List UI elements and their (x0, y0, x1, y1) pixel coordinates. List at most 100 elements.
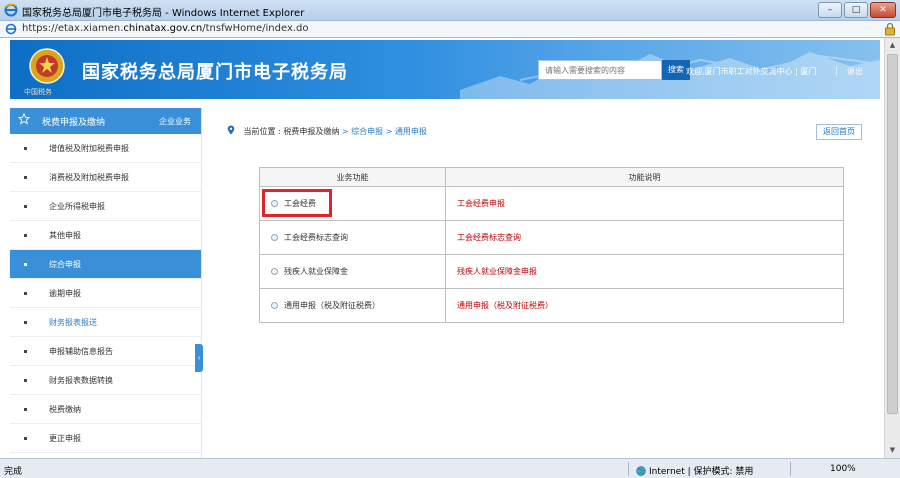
welcome-text: 欢迎,厦门市职工对外交流中心 | 厦门 (686, 67, 817, 76)
lock-icon[interactable] (884, 22, 896, 36)
bullet-icon (24, 379, 27, 382)
security-zone-label: Internet | 保护模式: 禁用 (649, 467, 754, 477)
table-row: 工会经费标志查询 工会经费标志查询 (259, 220, 844, 255)
table-row: 工会经费 工会经费申报 (259, 186, 844, 221)
breadcrumb-level-3[interactable]: > 通用申报 (386, 127, 427, 136)
scrollbar-thumb[interactable] (887, 54, 898, 414)
option-label: 残疾人就业保障金 (284, 267, 348, 276)
general-filing-option[interactable]: 通用申报（税及附征税费） (259, 288, 446, 323)
window-title: 国家税务总局厦门市电子税务局 - Windows Internet Explor… (22, 8, 305, 19)
sidebar-item-label: 更正申报 (49, 434, 81, 443)
sidebar-item-label: 税费缴纳 (49, 405, 81, 414)
bullet-icon (24, 292, 27, 295)
bullet-icon (24, 205, 27, 208)
breadcrumb-level-1[interactable]: 税费申报及缴纳 (283, 127, 339, 136)
bullet-icon (24, 321, 27, 324)
sidebar-item-corporate-income-tax[interactable]: 企业所得税申报 (10, 192, 201, 221)
sidebar-item-overdue-filing[interactable]: 逾期申报 (10, 279, 201, 308)
option-description: 残疾人就业保障金申报 (445, 254, 844, 289)
bullet-icon (24, 234, 27, 237)
radio-button[interactable] (271, 268, 278, 275)
sidebar-item-label: 财务报表报送 (49, 318, 97, 327)
sidebar-item-label: 逾期申报 (49, 289, 81, 298)
status-divider (790, 462, 791, 476)
security-zone[interactable]: Internet | 保护模式: 禁用 (636, 464, 753, 477)
sidebar-item-label: 增值税及附加税费申报 (49, 144, 129, 153)
radio-button[interactable] (271, 234, 278, 241)
sidebar-collapse-button[interactable]: ‹ (195, 344, 203, 372)
address-bar[interactable]: https://etax.xiamen.chinatax.gov.cn/tnsf… (0, 21, 900, 38)
sidebar-item-label: 综合申报 (49, 260, 81, 269)
bullet-icon (24, 176, 27, 179)
sidebar-item-label: 消费税及附加税费申报 (49, 173, 129, 182)
business-function-table: 业务功能 功能说明 工会经费 工会经费申报 工会经费标志查询 工会经费标志查询 (259, 167, 844, 323)
option-label: 工会经费标志查询 (284, 233, 348, 242)
option-description: 工会经费申报 (445, 186, 844, 221)
sidebar-item-vat[interactable]: 增值税及附加税费申报 (10, 134, 201, 163)
sidebar-item-other-filing[interactable]: 其他申报 (10, 221, 201, 250)
globe-icon (636, 466, 646, 476)
scroll-down-arrow-icon[interactable]: ▼ (885, 443, 900, 458)
page-icon (5, 23, 17, 35)
minimize-button[interactable]: – (818, 2, 842, 18)
status-text: 完成 (4, 467, 23, 477)
address-url[interactable]: https://etax.xiamen.chinatax.gov.cn/tnsf… (22, 23, 309, 34)
sidebar-item-comprehensive-filing[interactable]: 综合申报 (10, 250, 201, 279)
bullet-icon (24, 263, 27, 266)
page-viewport: 中国税务 国家税务总局厦门市电子税务局 搜索 欢迎,厦门市职工对外交流中心 | … (0, 38, 884, 458)
emblem-subtext: 中国税务 (24, 88, 52, 96)
breadcrumb-label: 当前位置 : (243, 127, 281, 136)
location-pin-icon (227, 125, 235, 135)
sidebar-item-consumption-tax[interactable]: 消费税及附加税费申报 (10, 163, 201, 192)
sidebar-item-tax-payment[interactable]: 税费缴纳 (10, 395, 201, 424)
sidebar-header[interactable]: 税费申报及缴纳 企业业务 (10, 108, 201, 134)
vertical-scrollbar[interactable]: ▲ ▼ (884, 38, 900, 458)
search-input[interactable] (538, 60, 662, 80)
sidebar-item-label: 企业所得税申报 (49, 202, 105, 211)
tax-emblem-icon (29, 48, 65, 84)
sidebar-item-financial-statements[interactable]: 财务报表报送 (10, 308, 201, 337)
sidebar-header-label: 税费申报及缴纳 (42, 118, 106, 128)
radio-button[interactable] (271, 302, 278, 309)
header-divider (836, 66, 837, 76)
breadcrumb-level-2[interactable]: > 综合申报 (342, 127, 383, 136)
site-title: 国家税务总局厦门市电子税务局 (82, 62, 348, 83)
option-label: 工会经费 (284, 199, 316, 208)
bullet-icon (24, 147, 27, 150)
sidebar-item-statement-conversion[interactable]: 财务报表数据转换 (10, 366, 201, 395)
union-fee-flag-query-option[interactable]: 工会经费标志查询 (259, 220, 446, 255)
column-header-description: 功能说明 (445, 167, 844, 187)
star-icon (18, 113, 30, 125)
scroll-up-arrow-icon[interactable]: ▲ (885, 38, 900, 53)
status-bar: 完成 Internet | 保护模式: 禁用 100% (0, 458, 900, 478)
sidebar-item-label: 财务报表数据转换 (49, 376, 113, 385)
sidebar-item-correction-filing[interactable]: 更正申报 (10, 424, 201, 453)
ie-logo-icon (4, 3, 18, 17)
maximize-button[interactable]: □ (844, 2, 868, 18)
sidebar-item-auxiliary-info[interactable]: 申报辅助信息报告 (10, 337, 201, 366)
close-button[interactable]: ✕ (870, 2, 896, 18)
option-description: 工会经费标志查询 (445, 220, 844, 255)
column-header-function: 业务功能 (259, 167, 446, 187)
table-header-row: 业务功能 功能说明 (259, 167, 844, 187)
status-divider (628, 462, 629, 476)
sidebar: 税费申报及缴纳 企业业务 增值税及附加税费申报 消费税及附加税费申报 企业所得税… (10, 108, 202, 458)
enterprise-business-link[interactable]: 企业业务 (159, 116, 191, 127)
option-description: 通用申报（税及附征税费） (445, 288, 844, 323)
breadcrumb: 当前位置 : 税费申报及缴纳 > 综合申报 > 通用申报 (227, 125, 427, 137)
table-row: 通用申报（税及附征税费） 通用申报（税及附征税费） (259, 288, 844, 323)
disability-fund-option[interactable]: 残疾人就业保障金 (259, 254, 446, 289)
union-fee-option[interactable]: 工会经费 (259, 186, 446, 221)
table-row: 残疾人就业保障金 残疾人就业保障金申报 (259, 254, 844, 289)
logout-link[interactable]: 退出 (847, 66, 863, 77)
return-home-button[interactable]: 返回首页 (816, 124, 862, 140)
radio-button[interactable] (271, 200, 278, 207)
window-titlebar: 国家税务总局厦门市电子税务局 - Windows Internet Explor… (0, 0, 900, 21)
site-header: 中国税务 国家税务总局厦门市电子税务局 搜索 欢迎,厦门市职工对外交流中心 | … (10, 40, 880, 99)
sidebar-item-label: 其他申报 (49, 231, 81, 240)
bullet-icon (24, 350, 27, 353)
option-label: 通用申报（税及附征税费） (284, 301, 380, 310)
zoom-level[interactable]: 100% (830, 464, 856, 474)
sidebar-item-label: 申报辅助信息报告 (49, 347, 113, 356)
bullet-icon (24, 408, 27, 411)
